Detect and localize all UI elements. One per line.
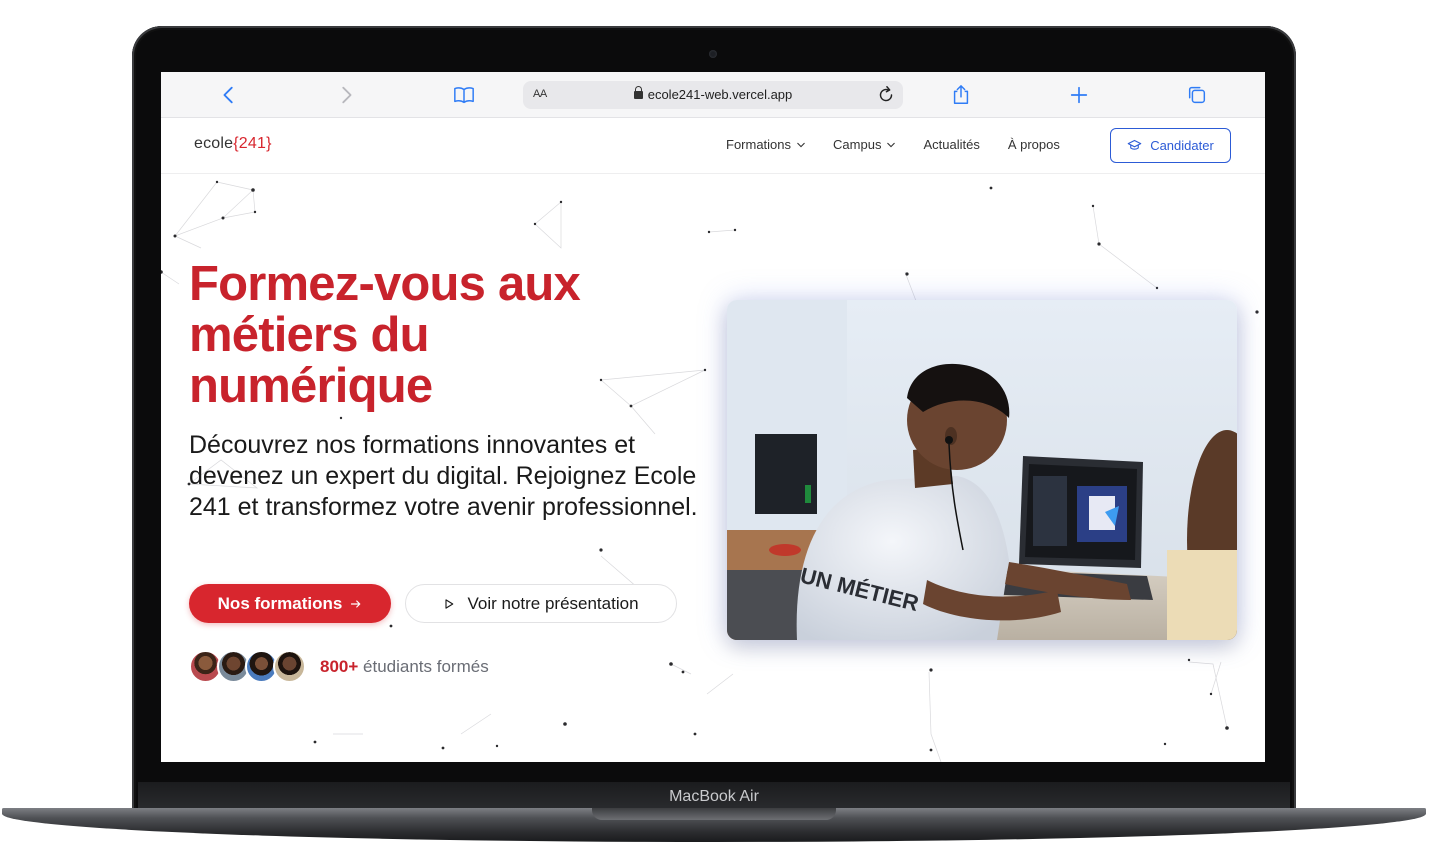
back-icon[interactable] — [217, 83, 241, 107]
nos-formations-button[interactable]: Nos formations — [189, 584, 391, 623]
nav-item-label: Actualités — [923, 137, 980, 152]
students-stat: 800+ étudiants formés — [320, 657, 489, 677]
avatar — [273, 650, 306, 683]
candidater-button[interactable]: Candidater — [1110, 128, 1231, 163]
nav-item-formations[interactable]: Formations — [726, 137, 805, 152]
main-nav: Formations Campus Actualités À propos — [726, 137, 1060, 152]
screen: AA ecole241-web.vercel.app ecole{241} Fo… — [161, 72, 1265, 762]
logo-word: ecole — [194, 135, 234, 152]
hero-title: Formez-vous aux métiers du numérique — [189, 259, 709, 412]
voir-presentation-button[interactable]: Voir notre présentation — [405, 584, 677, 623]
nos-formations-label: Nos formations — [217, 593, 343, 613]
nav-item-label: Campus — [833, 137, 882, 152]
nav-item-a-propos[interactable]: À propos — [1008, 137, 1060, 152]
address-bar[interactable]: AA ecole241-web.vercel.app — [523, 81, 903, 109]
chevron-down-icon — [797, 142, 805, 147]
browser-toolbar: AA ecole241-web.vercel.app — [161, 72, 1265, 118]
logo-brace-close: } — [266, 135, 272, 152]
lock-icon — [633, 86, 643, 100]
nav-item-campus[interactable]: Campus — [833, 137, 896, 152]
laptop-notch — [592, 808, 836, 820]
candidater-label: Candidater — [1150, 138, 1214, 153]
students-label: étudiants formés — [363, 657, 489, 676]
nav-item-actualites[interactable]: Actualités — [923, 137, 979, 152]
hero-title-line: numérique — [189, 359, 433, 413]
students-count: 800+ — [320, 657, 359, 676]
reload-icon[interactable] — [875, 84, 897, 106]
camera — [709, 50, 717, 58]
student-avatars — [189, 650, 307, 683]
nav-item-label: Formations — [726, 137, 792, 152]
hero-photo: UN MÉTIER — [727, 300, 1237, 640]
bookmarks-icon[interactable] — [452, 83, 476, 107]
tabs-overview-icon[interactable] — [1185, 83, 1209, 107]
hero-subtitle: Découvrez nos formations innovantes et d… — [189, 431, 698, 521]
play-icon — [445, 598, 454, 609]
graduation-cap-icon — [1127, 139, 1142, 150]
device-label: MacBook Air — [138, 782, 1290, 810]
hero-title-line: Formez-vous aux — [189, 257, 581, 311]
url-text: ecole241-web.vercel.app — [647, 87, 793, 102]
arrow-right-icon — [351, 599, 361, 608]
forward-icon[interactable] — [334, 83, 358, 107]
chevron-down-icon — [887, 142, 896, 147]
site-header: ecole{241} Formations Campus Actualités … — [161, 118, 1265, 174]
share-icon[interactable] — [949, 83, 973, 107]
new-tab-icon[interactable] — [1067, 83, 1091, 107]
logo-number: 241 — [238, 135, 267, 152]
student-at-laptop-illustration: UN MÉTIER — [727, 300, 1237, 640]
site-logo[interactable]: ecole{241} — [194, 135, 272, 153]
voir-presentation-label: Voir notre présentation — [467, 593, 639, 613]
nav-item-label: À propos — [1007, 137, 1060, 152]
url-display: ecole241-web.vercel.app — [523, 86, 903, 102]
hero-title-line: métiers du — [189, 308, 430, 362]
